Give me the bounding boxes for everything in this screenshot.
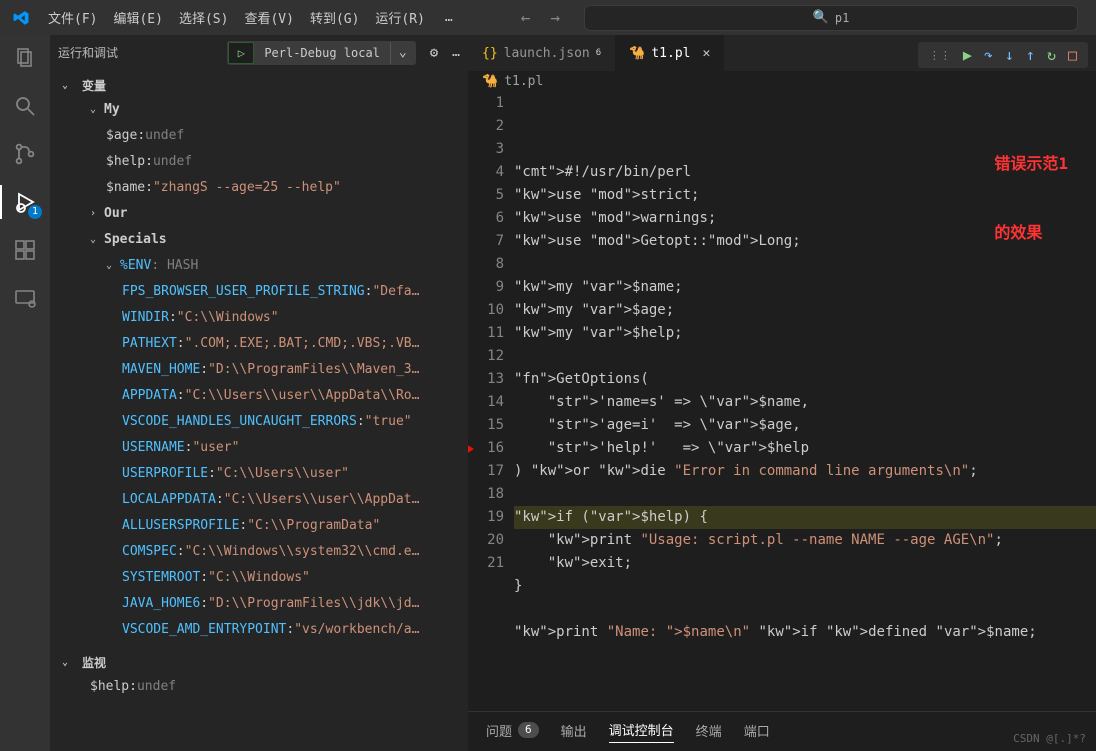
step-into-button[interactable]: ↓: [1002, 46, 1017, 64]
env-hash[interactable]: ⌄%ENV: HASH: [50, 253, 468, 279]
close-icon[interactable]: ✕: [703, 46, 711, 61]
env-variable-row[interactable]: PATHEXT: ".COM;.EXE;.BAT;.CMD;.VBS;.VB…: [50, 331, 468, 357]
env-variable-row[interactable]: COMSPEC: "C:\\Windows\\system32\\cmd.e…: [50, 539, 468, 565]
env-variable-row[interactable]: USERPROFILE: "C:\\Users\\user": [50, 461, 468, 487]
env-variable-row[interactable]: VSCODE_AMD_ENTRYPOINT: "vs/workbench/a…: [50, 617, 468, 643]
env-variable-row[interactable]: WINDIR: "C:\\Windows": [50, 305, 468, 331]
code-editor[interactable]: 123456789101112131415161718192021 错误示范1 …: [468, 92, 1096, 711]
menu-item[interactable]: 运行(R): [367, 4, 432, 31]
nav-forward-icon[interactable]: →: [550, 8, 560, 27]
watch-row[interactable]: $help: undef: [50, 674, 468, 700]
start-debug-button[interactable]: ▷: [228, 42, 254, 64]
activity-bar: 1: [0, 35, 50, 751]
editor-pane: {}launch.json 6🐪t1.pl✕ ⋮⋮ ▶ ↷ ↓ ↑ ↻ □ 🐪 …: [468, 35, 1096, 751]
breadcrumb[interactable]: 🐪 t1.pl: [468, 71, 1096, 92]
variable-row[interactable]: $age: undef: [50, 123, 468, 149]
menu-item[interactable]: 转到(G): [302, 4, 367, 31]
remote-icon[interactable]: [12, 285, 38, 311]
variable-row[interactable]: $name: "zhangS --age=25 --help": [50, 175, 468, 201]
search-icon: 🔍: [813, 10, 829, 25]
scope-specials[interactable]: ⌄Specials: [50, 227, 468, 253]
nav-back-icon[interactable]: ←: [521, 8, 531, 27]
scope-our[interactable]: ›Our: [50, 201, 468, 227]
perl-file-icon: 🐪: [482, 74, 498, 89]
panel-tab[interactable]: 终端: [696, 720, 722, 743]
debug-header: 运行和调试 ▷ Perl-Debug local ⌄ ⚙ …: [50, 35, 468, 70]
menu-item[interactable]: 查看(V): [236, 4, 301, 31]
panel-tab[interactable]: 调试控制台: [609, 720, 674, 743]
env-variable-row[interactable]: ALLUSERSPROFILE: "C:\\ProgramData": [50, 513, 468, 539]
more-actions-icon[interactable]: …: [452, 45, 460, 60]
restart-button[interactable]: ↻: [1044, 46, 1059, 64]
env-variable-row[interactable]: APPDATA: "C:\\Users\\user\\AppData\\Ro…: [50, 383, 468, 409]
watch-section[interactable]: ⌄监视: [50, 651, 468, 674]
source-control-icon[interactable]: [12, 141, 38, 167]
title-bar: 文件(F)编辑(E)选择(S)查看(V)转到(G)运行(R) … ← → 🔍 p…: [0, 0, 1096, 35]
panel-tab[interactable]: 输出: [561, 720, 587, 743]
run-debug-icon[interactable]: 1: [12, 189, 38, 215]
explorer-icon[interactable]: [12, 45, 38, 71]
bottom-panel: 问题6 输出调试控制台终端端口: [468, 711, 1096, 751]
chevron-down-icon[interactable]: ⌄: [390, 42, 415, 64]
toolbar-grip-icon[interactable]: ⋮⋮: [926, 49, 954, 62]
search-activity-icon[interactable]: [12, 93, 38, 119]
panel-tab[interactable]: 端口: [744, 720, 770, 743]
debug-badge: 1: [28, 205, 42, 219]
scope-my[interactable]: ⌄My: [50, 97, 468, 123]
env-variable-row[interactable]: SYSTEMROOT: "C:\\Windows": [50, 565, 468, 591]
env-variable-row[interactable]: FPS_BROWSER_USER_PROFILE_STRING: "Defa…: [50, 279, 468, 305]
variables-section[interactable]: ⌄变量: [50, 74, 468, 97]
env-variable-row[interactable]: MAVEN_HOME: "D:\\ProgramFiles\\Maven_3…: [50, 357, 468, 383]
annotation-overlay: 错误示范1 的效果: [994, 106, 1068, 290]
continue-button[interactable]: ▶: [960, 46, 975, 64]
debug-config-selector[interactable]: ▷ Perl-Debug local ⌄: [227, 41, 415, 65]
watermark: CSDN @[.]*?: [1013, 732, 1086, 745]
env-variable-row[interactable]: USERNAME: "user": [50, 435, 468, 461]
debug-config-name: Perl-Debug local: [254, 46, 390, 60]
menu-overflow-icon[interactable]: …: [437, 6, 461, 29]
panel-tab[interactable]: 问题6: [486, 720, 539, 743]
stop-button[interactable]: □: [1065, 46, 1080, 64]
gear-icon[interactable]: ⚙: [424, 45, 444, 61]
vscode-logo-icon: [12, 9, 30, 27]
env-variable-row[interactable]: LOCALAPPDATA: "C:\\Users\\user\\AppDat…: [50, 487, 468, 513]
menu-item[interactable]: 文件(F): [40, 4, 105, 31]
menu-item[interactable]: 编辑(E): [105, 4, 170, 31]
env-variable-row[interactable]: VSCODE_HANDLES_UNCAUGHT_ERRORS: "true": [50, 409, 468, 435]
editor-tab[interactable]: 🐪t1.pl✕: [615, 35, 724, 71]
step-over-button[interactable]: ↷: [981, 46, 996, 64]
debug-title: 运行和调试: [58, 44, 118, 61]
env-variable-row[interactable]: JAVA_HOME6: "D:\\ProgramFiles\\jdk\\jd…: [50, 591, 468, 617]
editor-tab[interactable]: {}launch.json 6: [468, 35, 615, 71]
search-placeholder: p1: [835, 11, 849, 25]
menu-item[interactable]: 选择(S): [171, 4, 236, 31]
debug-toolbar: ⋮⋮ ▶ ↷ ↓ ↑ ↻ □: [918, 42, 1088, 68]
extensions-icon[interactable]: [12, 237, 38, 263]
editor-tabs: {}launch.json 6🐪t1.pl✕ ⋮⋮ ▶ ↷ ↓ ↑ ↻ □: [468, 35, 1096, 71]
debug-sidebar: 运行和调试 ▷ Perl-Debug local ⌄ ⚙ … ⌄变量 ⌄My $…: [50, 35, 468, 751]
step-out-button[interactable]: ↑: [1023, 46, 1038, 64]
command-center-search[interactable]: 🔍 p1: [584, 5, 1078, 31]
variable-row[interactable]: $help: undef: [50, 149, 468, 175]
